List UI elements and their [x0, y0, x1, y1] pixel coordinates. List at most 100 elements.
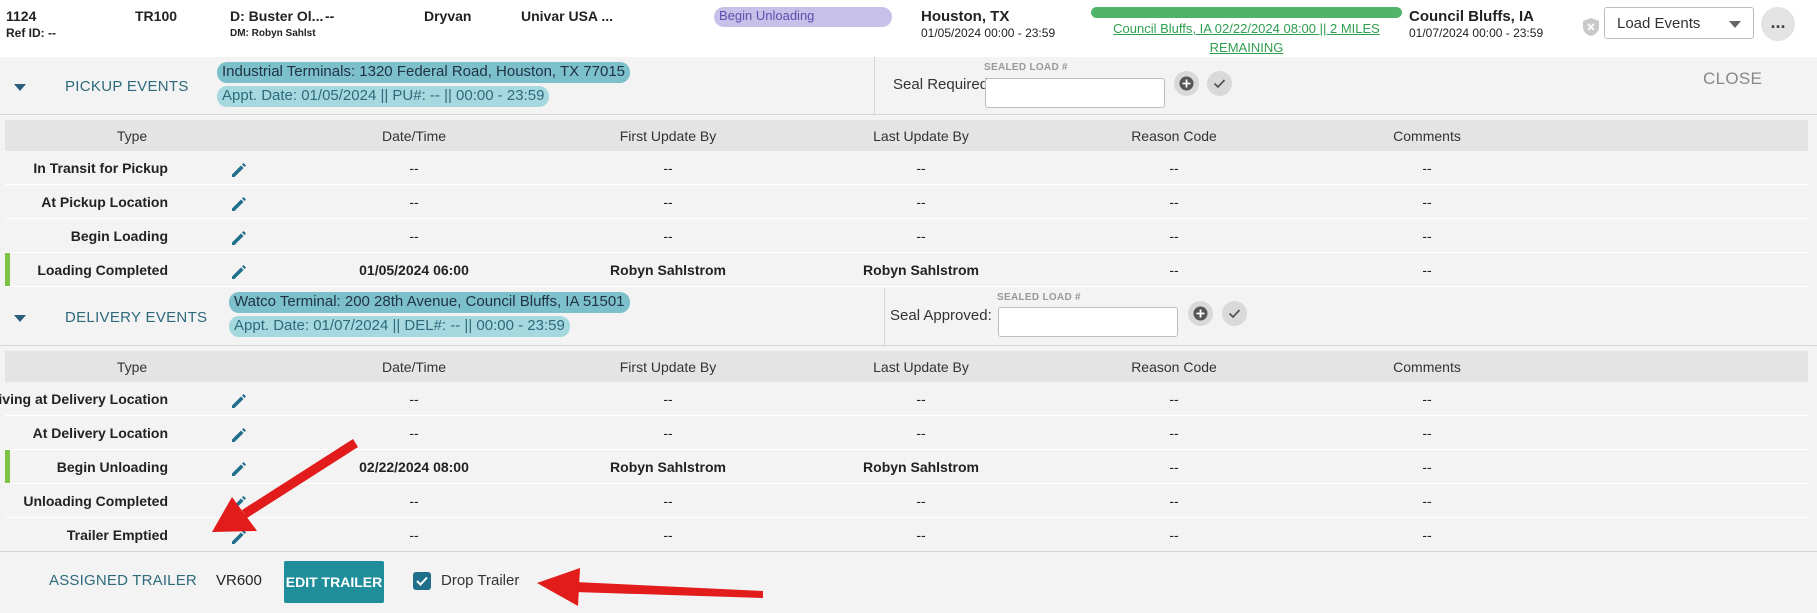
progress-track	[1091, 7, 1402, 18]
drop-trailer-checkbox[interactable]	[413, 572, 431, 590]
cell-reason: --	[1169, 262, 1179, 278]
cell-comments: --	[1422, 425, 1432, 441]
destination-window: 01/07/2024 00:00 - 23:59	[1409, 26, 1544, 40]
seal-required-label: Seal Required:	[893, 76, 993, 93]
event-type: At Pickup Location	[41, 194, 168, 210]
col-reason: Reason Code	[1131, 359, 1217, 375]
event-type: Loading Completed	[37, 262, 168, 278]
shield-icon	[1583, 18, 1599, 36]
cell-reason: --	[1169, 425, 1179, 441]
pencil-icon[interactable]	[229, 194, 249, 214]
origin-city: Houston, TX	[921, 8, 1010, 25]
add-seal-button[interactable]	[1174, 71, 1199, 96]
cell-reason: --	[1169, 493, 1179, 509]
pickup-seal-input[interactable]	[985, 78, 1165, 108]
cell-last: --	[916, 194, 926, 210]
pencil-icon[interactable]	[229, 391, 249, 411]
ref-id: Ref ID: --	[6, 26, 56, 40]
edit-trailer-button[interactable]: EDIT TRAILER	[284, 561, 384, 603]
col-type: Type	[116, 128, 148, 144]
event-type: Unloading Completed	[23, 493, 168, 509]
trailer-bar: ASSIGNED TRAILER VR600 EDIT TRAILER Drop…	[0, 551, 1817, 613]
confirm-seal-button[interactable]	[1207, 71, 1232, 96]
cell-reason: --	[1169, 194, 1179, 210]
cell-first: --	[663, 425, 673, 441]
progress-link[interactable]: Council Bluffs, IA 02/22/2024 08:00 || 2…	[1091, 19, 1402, 38]
pencil-icon[interactable]	[229, 459, 249, 479]
cell-last: Robyn Sahlstrom	[863, 459, 979, 475]
cell-datetime: --	[409, 527, 419, 543]
drop-trailer-label[interactable]: Drop Trailer	[441, 572, 519, 589]
pencil-icon[interactable]	[229, 527, 249, 547]
cell-first: --	[663, 493, 673, 509]
table-header: Type Date/Time First Update By Last Upda…	[5, 351, 1808, 382]
add-seal-button[interactable]	[1188, 301, 1213, 326]
progress-fill	[1091, 7, 1402, 18]
table-header: Type Date/Time First Update By Last Upda…	[5, 120, 1808, 151]
cell-last: --	[916, 391, 926, 407]
pencil-icon[interactable]	[229, 160, 249, 180]
load-events-dropdown[interactable]: Load Events	[1604, 7, 1754, 39]
delivery-events-title[interactable]: DELIVERY EVENTS	[65, 309, 207, 326]
table-row: Loading Completed 01/05/2024 06:00 Robyn S…	[5, 253, 1808, 287]
cell-datetime: --	[409, 194, 419, 210]
chevron-down-icon	[1729, 21, 1741, 28]
more-options-button[interactable]: ...	[1761, 7, 1795, 41]
sealed-load-caption: SEALED LOAD #	[984, 62, 1068, 73]
pickup-appointment: Appt. Date: 01/05/2024 || PU#: -- || 00:…	[217, 86, 550, 107]
driver-name: D: Buster Ol...	[230, 8, 324, 24]
pickup-header: PICKUP EVENTS Industrial Terminals: 1320…	[0, 57, 1817, 115]
cell-reason: --	[1169, 228, 1179, 244]
pickup-events-table: Type Date/Time First Update By Last Upda…	[5, 120, 1808, 287]
check-icon	[1228, 309, 1241, 319]
divider	[884, 288, 885, 346]
event-type: At Delivery Location	[32, 425, 168, 441]
pencil-icon[interactable]	[229, 228, 249, 248]
collapse-pickup-icon[interactable]	[14, 84, 26, 91]
pickup-events-title[interactable]: PICKUP EVENTS	[65, 78, 189, 95]
load-summary-row[interactable]: 1124 Ref ID: -- TR100 D: Buster Ol... --…	[0, 0, 1817, 57]
load-events-panel: PICKUP EVENTS Industrial Terminals: 1320…	[0, 57, 1817, 613]
col-comments: Comments	[1393, 359, 1461, 375]
table-row: Unloading Completed -- -- -- -- --	[5, 484, 1808, 518]
close-button[interactable]: CLOSE	[1703, 69, 1762, 89]
plus-icon	[1179, 76, 1194, 91]
truck-number: TR100	[135, 8, 178, 24]
trip-progress[interactable]: Council Bluffs, IA 02/22/2024 08:00 || 2…	[1091, 7, 1402, 57]
table-row: At Pickup Location -- -- -- -- --	[5, 185, 1808, 219]
col-last-update: Last Update By	[873, 128, 969, 144]
cell-reason: --	[1169, 160, 1179, 176]
seal-approved-label: Seal Approved:	[890, 307, 992, 324]
status-badge: Begin Unloading	[714, 7, 892, 27]
cell-first: Robyn Sahlstrom	[610, 262, 726, 278]
delivery-rows: Arriving at Delivery Location----------A…	[0, 382, 1808, 552]
col-last-update: Last Update By	[873, 359, 969, 375]
cell-first: --	[663, 160, 673, 176]
pickup-address: Industrial Terminals: 1320 Federal Road,…	[217, 62, 631, 83]
confirm-seal-button[interactable]	[1222, 301, 1247, 326]
cell-last: --	[916, 493, 926, 509]
sealed-load-caption: SEALED LOAD #	[997, 292, 1081, 303]
cell-datetime: --	[409, 425, 419, 441]
collapse-delivery-icon[interactable]	[14, 315, 26, 322]
delivery-seal-input[interactable]	[998, 307, 1178, 337]
cell-comments: --	[1422, 160, 1432, 176]
cell-datetime: --	[409, 493, 419, 509]
driver-extra: --	[325, 8, 335, 24]
pencil-icon[interactable]	[229, 425, 249, 445]
delivery-appointment: Appt. Date: 01/07/2024 || DEL#: -- || 00…	[229, 316, 570, 337]
cell-first: --	[663, 391, 673, 407]
pencil-icon[interactable]	[229, 262, 249, 282]
event-type: In Transit for Pickup	[33, 160, 168, 176]
trailer-number: VR600	[216, 572, 262, 589]
cell-first: Robyn Sahlstrom	[610, 459, 726, 475]
cell-reason: --	[1169, 391, 1179, 407]
delivery-address: Watco Terminal: 200 28th Avenue, Council…	[229, 292, 630, 313]
table-row: Begin Loading -- -- -- -- --	[5, 219, 1808, 253]
cell-reason: --	[1169, 527, 1179, 543]
cell-datetime: --	[409, 160, 419, 176]
progress-link-remaining[interactable]: REMAINING	[1091, 38, 1402, 57]
pencil-icon[interactable]	[229, 493, 249, 513]
col-reason: Reason Code	[1131, 128, 1217, 144]
col-first-update: First Update By	[619, 359, 717, 375]
